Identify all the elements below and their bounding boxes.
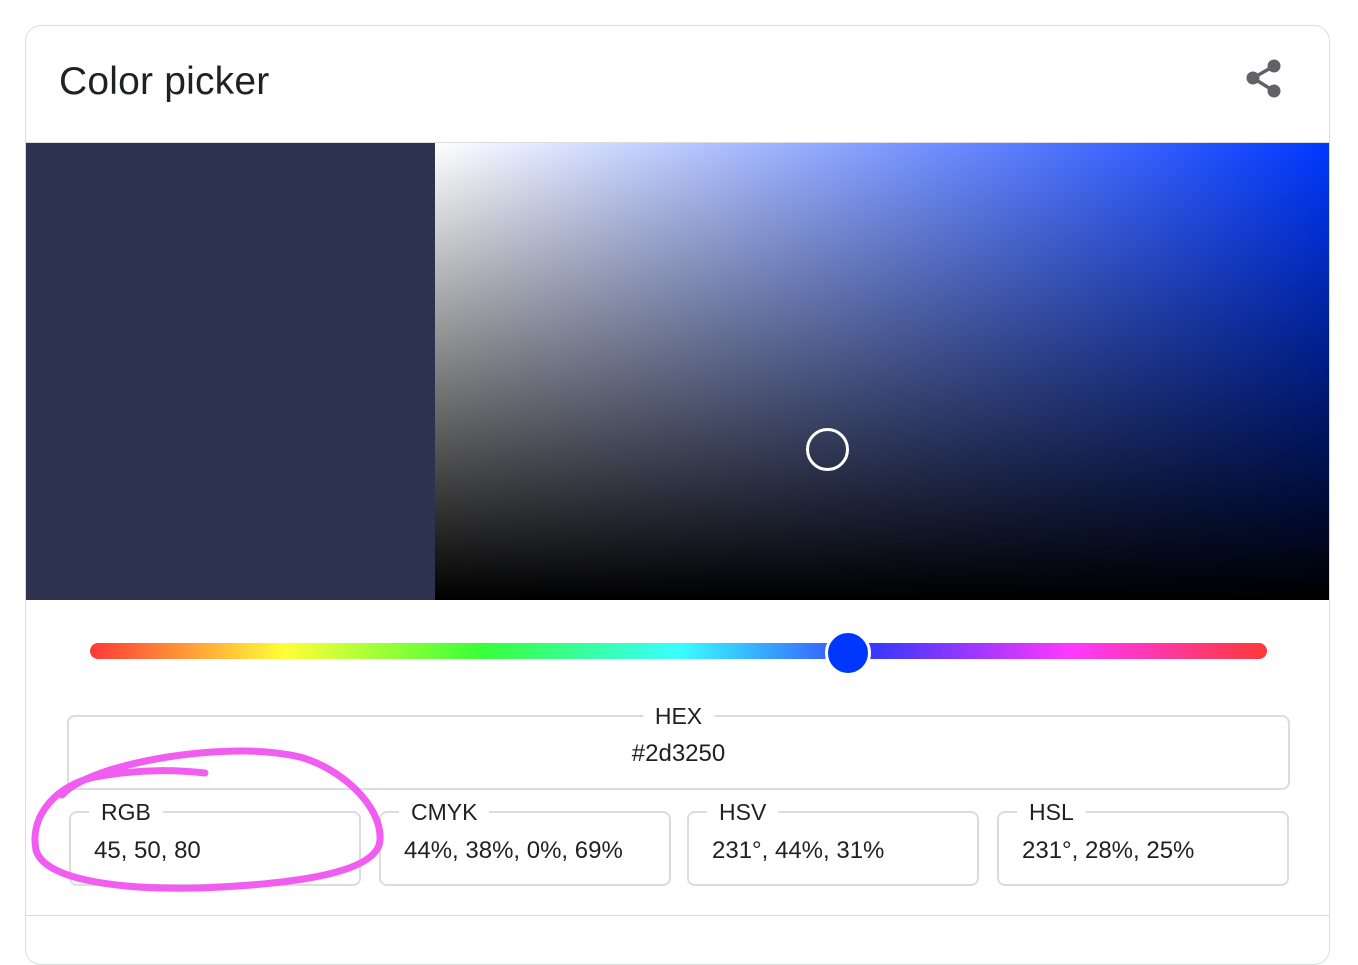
hue-slider-handle[interactable]	[825, 630, 871, 676]
hex-field[interactable]: HEX #2d3250	[67, 702, 1290, 790]
hsv-value[interactable]: 231°, 44%, 31%	[712, 837, 884, 865]
bottom-divider	[26, 915, 1329, 916]
value-gradient	[435, 143, 1329, 600]
hsv-label: HSV	[707, 798, 779, 826]
card-title: Color picker	[59, 60, 270, 103]
hex-label: HEX	[642, 702, 715, 730]
cmyk-value[interactable]: 44%, 38%, 0%, 69%	[404, 837, 623, 865]
cmyk-label: CMYK	[399, 798, 490, 826]
hsl-field[interactable]: HSL 231°, 28%, 25%	[997, 798, 1289, 886]
hex-value[interactable]: #2d3250	[69, 740, 1288, 768]
saturation-value-handle[interactable]	[806, 428, 849, 471]
saturation-value-area[interactable]	[435, 143, 1329, 600]
hsl-value[interactable]: 231°, 28%, 25%	[1022, 837, 1194, 865]
rgb-label: RGB	[89, 798, 163, 826]
color-picker-card: Color picker HEX #2d3250 RGB 45, 50, 80 …	[25, 25, 1330, 965]
rgb-value[interactable]: 45, 50, 80	[94, 837, 201, 865]
color-preview-swatch	[26, 143, 435, 600]
hue-slider-track[interactable]	[90, 643, 1267, 659]
hsl-label: HSL	[1017, 798, 1086, 826]
rgb-field[interactable]: RGB 45, 50, 80	[69, 798, 361, 886]
cmyk-field[interactable]: CMYK 44%, 38%, 0%, 69%	[379, 798, 671, 886]
hsv-field[interactable]: HSV 231°, 44%, 31%	[687, 798, 979, 886]
share-icon[interactable]	[1241, 56, 1287, 102]
